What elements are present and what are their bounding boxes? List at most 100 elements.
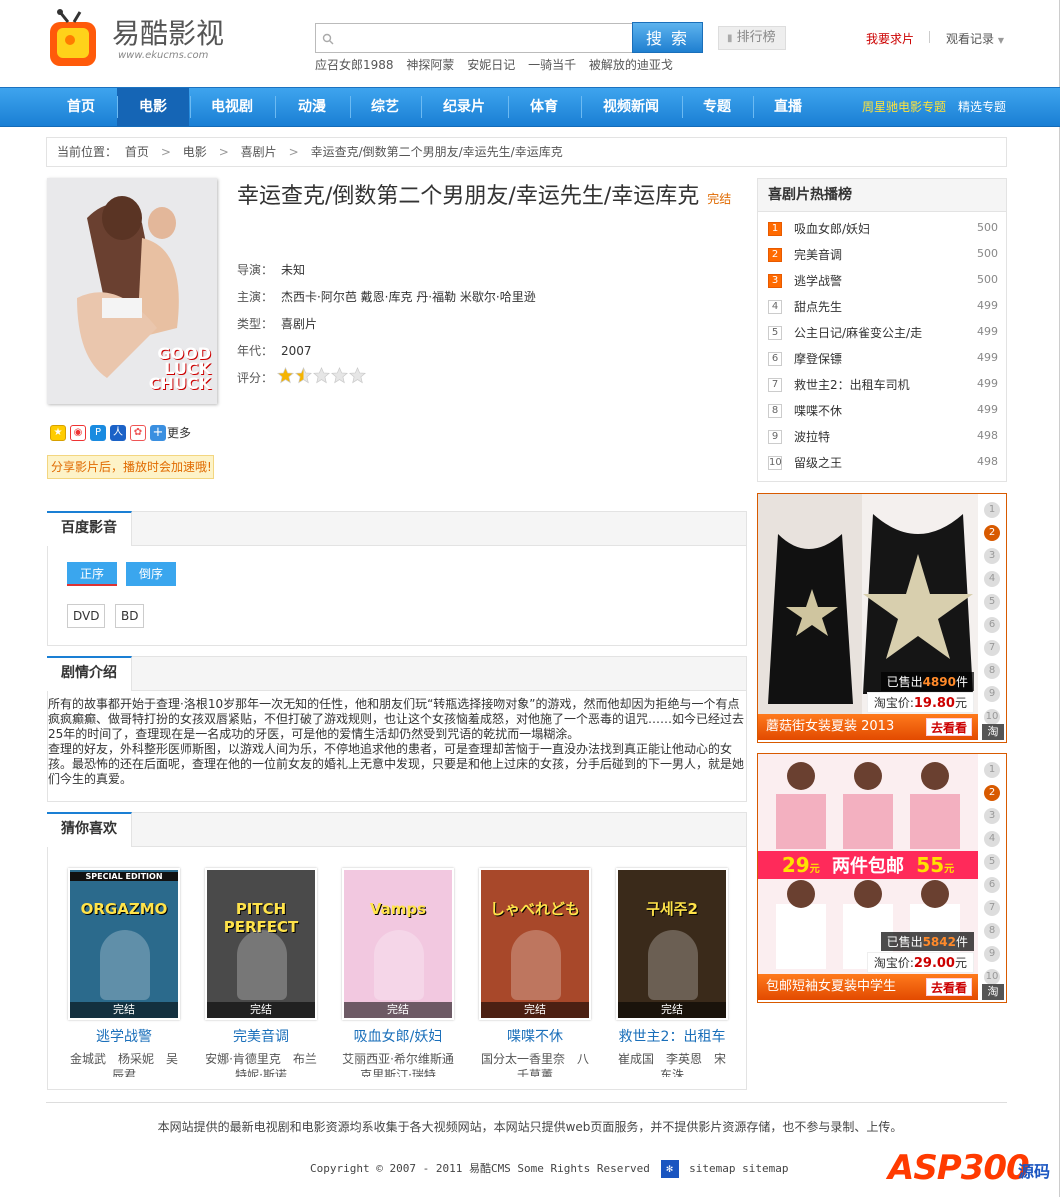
- nav-special-topic-link[interactable]: 周星驰电影专题: [862, 88, 946, 126]
- ad-pager-dot[interactable]: 8: [984, 923, 1000, 939]
- nav-item-topics[interactable]: 专题: [682, 88, 752, 126]
- tencent-share-icon[interactable]: P: [90, 424, 106, 441]
- hot-word[interactable]: 安妮日记: [467, 58, 515, 72]
- recommend-title[interactable]: 完美音调: [205, 1026, 317, 1046]
- ad-image[interactable]: 29元 两件包邮 55元 已售出5842件 淘宝价:29.00元: [758, 754, 978, 974]
- hot-ranking-item[interactable]: 6 摩登保镖 499: [768, 349, 998, 369]
- ad-caption-bar[interactable]: 包邮短袖女夏装中学生 去看看: [758, 974, 978, 1000]
- rating-star-icon[interactable]: [348, 366, 367, 384]
- baidu-paw-icon[interactable]: ✻: [660, 1160, 679, 1178]
- watch-history-link[interactable]: 观看记录 ▼: [946, 30, 1004, 47]
- weibo-share-icon[interactable]: ◉: [70, 424, 86, 441]
- nav-item-movie[interactable]: 电影: [117, 88, 189, 126]
- recommend-item[interactable]: PITCH PERFECT 完结 完美音调 安娜·肯德里克 布兰特妮·斯诺: [205, 868, 317, 1077]
- ad-pager-dot[interactable]: 9: [984, 946, 1000, 962]
- hot-ranking-item[interactable]: 3 逃学战警 500: [768, 271, 998, 291]
- recommend-title[interactable]: 救世主2：出租车: [616, 1026, 728, 1046]
- hot-ranking-item[interactable]: 9 波拉特 498: [768, 427, 998, 447]
- breadcrumb-home[interactable]: 首页: [125, 145, 149, 159]
- hot-item-name[interactable]: 逃学战警: [794, 272, 842, 289]
- nav-item-anime[interactable]: 动漫: [275, 88, 349, 126]
- hot-ranking-item[interactable]: 8 喋喋不休 499: [768, 401, 998, 421]
- hot-item-name[interactable]: 留级之王: [794, 454, 842, 471]
- ad-banner-1[interactable]: 已售出4890件 淘宝价:19.80元 1 2 3 4 5 6 7 8 9 10 蘑菇街女装夏装 …: [757, 493, 1007, 743]
- nav-item-tv[interactable]: 电视剧: [190, 88, 274, 126]
- hot-item-name[interactable]: 波拉特: [794, 428, 830, 445]
- hot-item-name[interactable]: 甜点先生: [794, 298, 842, 315]
- hot-ranking-item[interactable]: 7 救世主2：出租车司机 499: [768, 375, 998, 395]
- hot-word[interactable]: 应召女郎1988: [315, 58, 394, 72]
- ranking-button[interactable]: ▮ 排行榜: [718, 26, 786, 50]
- order-desc-button[interactable]: 倒序: [126, 562, 176, 586]
- recommend-poster[interactable]: 구세주2 完结: [616, 868, 728, 1020]
- nav-pick-topic-link[interactable]: 精选专题: [958, 88, 1006, 126]
- ad-pager-dot[interactable]: 7: [984, 640, 1000, 656]
- hot-ranking-item[interactable]: 1 吸血女郎/妖妇 500: [768, 219, 998, 239]
- recommend-poster[interactable]: しゃべれども 完结: [479, 868, 591, 1020]
- nav-item-variety[interactable]: 综艺: [350, 88, 420, 126]
- ad-pager-dot[interactable]: 6: [984, 617, 1000, 633]
- hot-ranking-item[interactable]: 5 公主日记/麻雀变公主/走 499: [768, 323, 998, 343]
- ad-image[interactable]: 已售出4890件 淘宝价:19.80元: [758, 494, 978, 714]
- ad-pager-dot[interactable]: 3: [984, 808, 1000, 824]
- recommend-item[interactable]: Vamps 完结 吸血女郎/妖妇 艾丽西亚·希尔维斯通 克里斯汀·瑞特: [342, 868, 454, 1077]
- hot-item-name[interactable]: 摩登保镖: [794, 350, 842, 367]
- tab-recommend[interactable]: 猜你喜欢: [47, 812, 132, 847]
- hot-word[interactable]: 一骑当千: [528, 58, 576, 72]
- recommend-poster[interactable]: SPECIAL EDITION ORGAZMO 完结: [68, 868, 180, 1020]
- rating-star-icon[interactable]: [312, 366, 331, 384]
- nav-item-video-news[interactable]: 视频新闻: [581, 88, 681, 126]
- ad-pager-dot[interactable]: 5: [984, 854, 1000, 870]
- recommend-item[interactable]: しゃべれども 完结 喋喋不休 国分太一香里奈 八千草薰: [479, 868, 591, 1077]
- hot-ranking-item[interactable]: 10 留级之王 498: [768, 453, 998, 473]
- rating-star-icon[interactable]: [294, 366, 313, 384]
- recommend-title[interactable]: 喋喋不休: [479, 1026, 591, 1046]
- ad-caption-bar[interactable]: 蘑菇街女装夏装 2013 去看看: [758, 714, 978, 740]
- ad-pager-dot[interactable]: 3: [984, 548, 1000, 564]
- hot-ranking-item[interactable]: 2 完美音调 500: [768, 245, 998, 265]
- share-more-label[interactable]: 更多: [167, 424, 191, 441]
- order-asc-button[interactable]: 正序: [67, 562, 117, 586]
- qzone-share-icon[interactable]: ★: [50, 424, 66, 441]
- ad-go-button[interactable]: 去看看: [925, 978, 972, 996]
- hot-ranking-item[interactable]: 4 甜点先生 499: [768, 297, 998, 317]
- ad-banner-2[interactable]: 29元 两件包邮 55元 已售出5842件 淘宝价:29.00元 1234567…: [757, 753, 1007, 1003]
- rating-stars[interactable]: [276, 366, 367, 387]
- ad-go-button[interactable]: 去看看: [925, 718, 972, 736]
- search-input[interactable]: [315, 23, 633, 53]
- breadcrumb-movie[interactable]: 电影: [183, 145, 207, 159]
- ad-pager-dot[interactable]: 8: [984, 663, 1000, 679]
- rating-star-icon[interactable]: [330, 366, 349, 384]
- genre-value[interactable]: 喜剧片: [281, 317, 317, 331]
- episode-bd-button[interactable]: BD: [115, 604, 145, 628]
- request-movie-link[interactable]: 我要求片: [866, 30, 914, 47]
- tab-plot[interactable]: 剧情介绍: [47, 656, 132, 691]
- ad-pager-dot[interactable]: 5: [984, 594, 1000, 610]
- ad-pager-dot[interactable]: 6: [984, 877, 1000, 893]
- recommend-item[interactable]: 구세주2 完结 救世主2：出租车 崔成国 李英恩 宋东洙: [616, 868, 728, 1077]
- ad-pager-dot[interactable]: 4: [984, 571, 1000, 587]
- ad-pager-dot[interactable]: 7: [984, 900, 1000, 916]
- ad-pager-dot[interactable]: 2: [984, 785, 1000, 801]
- search-button[interactable]: 搜 索: [632, 22, 703, 53]
- hot-item-name[interactable]: 救世主2：出租车司机: [794, 376, 910, 393]
- nav-item-home[interactable]: 首页: [46, 88, 116, 126]
- ad-pager-dot[interactable]: 2: [984, 525, 1000, 541]
- nav-item-live[interactable]: 直播: [753, 88, 823, 126]
- site-logo[interactable]: 易酷影视 www.ekucms.com: [46, 8, 236, 76]
- recommend-title[interactable]: 吸血女郎/妖妇: [342, 1026, 454, 1046]
- tab-baidu-player[interactable]: 百度影音: [47, 511, 132, 546]
- hot-word[interactable]: 被解放的迪亚戈: [589, 58, 673, 72]
- ad-pager-dot[interactable]: 10: [984, 709, 1000, 725]
- kaixin-share-icon[interactable]: ✿: [130, 424, 146, 441]
- hot-item-name[interactable]: 公主日记/麻雀变公主/走: [794, 324, 922, 341]
- recommend-item[interactable]: SPECIAL EDITION ORGAZMO 完结 逃学战警 金城武 杨采妮 吴辰君: [68, 868, 180, 1077]
- footer-sitemap-link[interactable]: sitemap sitemap: [689, 1162, 788, 1175]
- recommend-poster[interactable]: Vamps 完结: [342, 868, 454, 1020]
- breadcrumb-comedy[interactable]: 喜剧片: [241, 145, 277, 159]
- episode-dvd-button[interactable]: DVD: [67, 604, 106, 628]
- hot-item-name[interactable]: 喋喋不休: [794, 402, 842, 419]
- ad-pager-dot[interactable]: 9: [984, 686, 1000, 702]
- hot-word[interactable]: 神探阿蒙: [406, 58, 454, 72]
- hot-item-name[interactable]: 完美音调: [794, 246, 842, 263]
